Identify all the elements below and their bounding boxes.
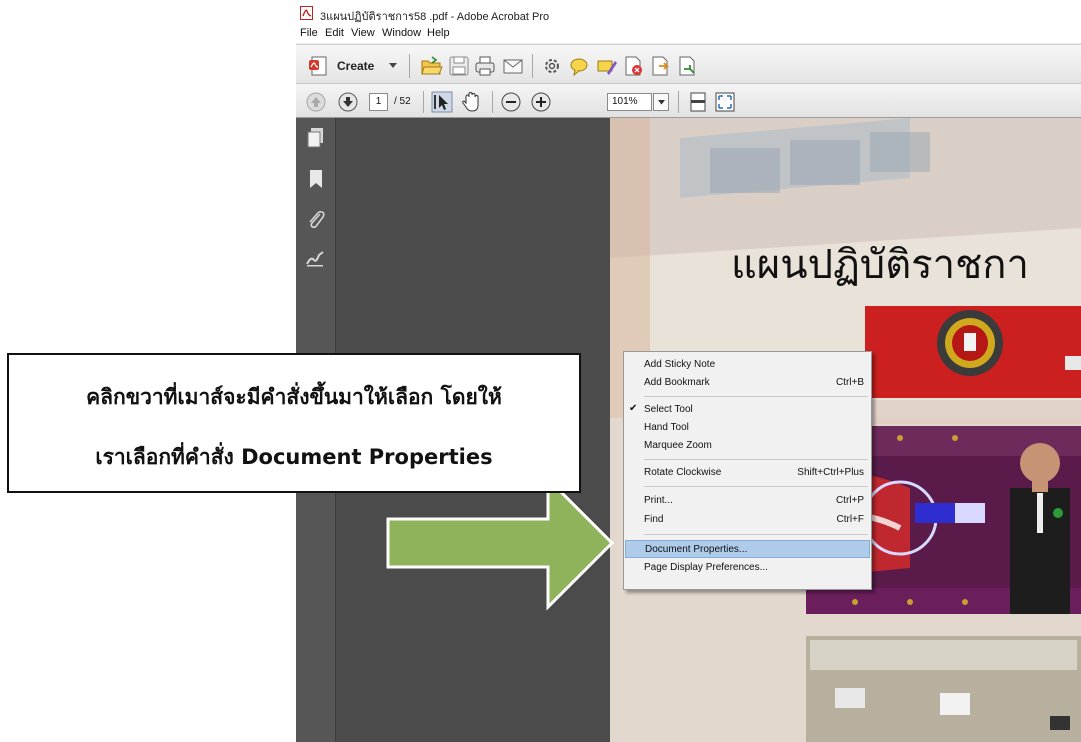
hand-tool-icon[interactable]	[460, 91, 482, 113]
create-label: Create	[337, 59, 375, 73]
menu-help[interactable]: Help	[427, 27, 450, 39]
toolbar-divider	[678, 91, 679, 113]
toolbar-divider	[492, 91, 493, 113]
menu-item-label: Add Bookmark	[644, 377, 710, 388]
menu-item-label: Rotate Clockwise	[644, 467, 722, 478]
menu-item-add-bookmark[interactable]: Add Bookmark Ctrl+B	[625, 374, 870, 392]
callout-line-1: คลิกขวาที่เมาส์จะมีคำสั่งขึ้นมาให้เลือก …	[86, 385, 502, 409]
signatures-icon[interactable]	[305, 248, 327, 270]
create-button[interactable]: Create	[305, 54, 405, 78]
create-icon	[309, 56, 327, 76]
menu-separator	[644, 534, 868, 535]
menu-separator	[644, 396, 868, 397]
pdf-export-icon[interactable]	[649, 55, 671, 77]
email-icon[interactable]	[501, 54, 525, 78]
pointer-arrow	[386, 477, 615, 611]
context-menu: Add Sticky Note Add Bookmark Ctrl+B ✔ Se…	[623, 351, 872, 590]
instruction-callout: คลิกขวาที่เมาส์จะมีคำสั่งขึ้นมาให้เลือก …	[7, 353, 581, 493]
title-bar: 3แผนปฏิบัติราชการ58 .pdf - Adobe Acrobat…	[296, 0, 1081, 26]
menu-item-page-display-preferences[interactable]: Page Display Preferences...	[625, 559, 870, 577]
page-down-icon[interactable]	[338, 92, 358, 112]
toolbar-divider	[409, 54, 410, 78]
select-tool-icon[interactable]	[431, 91, 453, 113]
print-icon[interactable]	[473, 54, 497, 78]
menu-item-add-sticky-note[interactable]: Add Sticky Note	[625, 356, 870, 374]
page-up-icon[interactable]	[306, 92, 326, 112]
menu-item-label: Add Sticky Note	[644, 359, 716, 370]
zoom-dropdown-button[interactable]	[653, 93, 669, 111]
navigation-toolbar: 1 / 52 101%	[296, 85, 1081, 118]
checkmark-icon: ✔	[629, 403, 638, 414]
menu-view[interactable]: View	[351, 27, 375, 39]
menu-file[interactable]: File	[300, 27, 318, 39]
settings-gear-icon[interactable]	[541, 55, 563, 77]
fit-width-icon[interactable]	[687, 91, 709, 113]
menu-item-label: Page Display Preferences...	[644, 562, 768, 573]
bookmarks-icon[interactable]	[305, 168, 327, 190]
menu-item-label: Print...	[644, 495, 673, 506]
page-total: / 52	[394, 96, 411, 107]
save-icon[interactable]	[447, 54, 471, 78]
menu-edit[interactable]: Edit	[325, 27, 344, 39]
menu-item-marquee-zoom[interactable]: Marquee Zoom	[625, 437, 870, 455]
menu-item-select-tool[interactable]: ✔ Select Tool	[625, 401, 870, 419]
callout-line-2: เราเลือกที่คำสั่ง Document Properties	[95, 445, 493, 469]
chevron-down-icon	[389, 63, 397, 68]
comment-icon[interactable]	[568, 55, 590, 77]
pdf-combine-icon[interactable]	[676, 55, 698, 77]
open-folder-icon[interactable]	[419, 54, 443, 78]
window-title: 3แผนปฏิบัติราชการ58 .pdf - Adobe Acrobat…	[320, 11, 550, 23]
menu-bar: File Edit View Window Help	[296, 26, 1081, 43]
toolbar-divider	[532, 54, 533, 78]
pdf-sign-icon[interactable]	[622, 55, 644, 77]
menu-item-label: Marquee Zoom	[644, 440, 712, 451]
chevron-down-icon	[658, 100, 665, 105]
menu-item-hand-tool[interactable]: Hand Tool	[625, 419, 870, 437]
toolbar-divider	[423, 91, 424, 113]
menu-item-shortcut: Shift+Ctrl+Plus	[797, 467, 864, 478]
highlight-icon[interactable]	[595, 55, 617, 77]
zoom-out-icon[interactable]	[501, 92, 521, 112]
page-number-input[interactable]: 1	[369, 93, 388, 111]
menu-window[interactable]: Window	[382, 27, 421, 39]
full-screen-icon[interactable]	[714, 91, 736, 113]
attachments-icon[interactable]	[305, 208, 327, 230]
screenshot-stage: 3แผนปฏิบัติราชการ58 .pdf - Adobe Acrobat…	[0, 0, 1081, 742]
zoom-in-icon[interactable]	[531, 92, 551, 112]
page-heading: แผนปฏิบัติราชกา	[731, 243, 1029, 287]
menu-item-shortcut: Ctrl+B	[835, 377, 864, 388]
menu-separator	[644, 459, 868, 460]
menu-item-label: Hand Tool	[644, 422, 689, 433]
menu-item-find[interactable]: Find Ctrl+F	[625, 511, 870, 529]
menu-item-label: Document Properties...	[645, 544, 748, 555]
zoom-level-input[interactable]: 101%	[607, 93, 652, 111]
menu-separator	[644, 486, 868, 487]
menu-item-label: Select Tool	[644, 404, 693, 415]
menu-item-shortcut: Ctrl+P	[835, 495, 864, 506]
menu-item-rotate-clockwise[interactable]: Rotate Clockwise Shift+Ctrl+Plus	[625, 464, 870, 482]
menu-item-document-properties[interactable]: Document Properties...	[625, 540, 870, 558]
menu-item-print[interactable]: Print... Ctrl+P	[625, 492, 870, 510]
main-toolbar: Create	[296, 44, 1081, 84]
page-thumbnails-icon[interactable]	[305, 126, 327, 148]
menu-item-label: Find	[644, 514, 664, 525]
pdf-file-icon	[300, 6, 313, 20]
menu-item-shortcut: Ctrl+F	[836, 514, 865, 525]
